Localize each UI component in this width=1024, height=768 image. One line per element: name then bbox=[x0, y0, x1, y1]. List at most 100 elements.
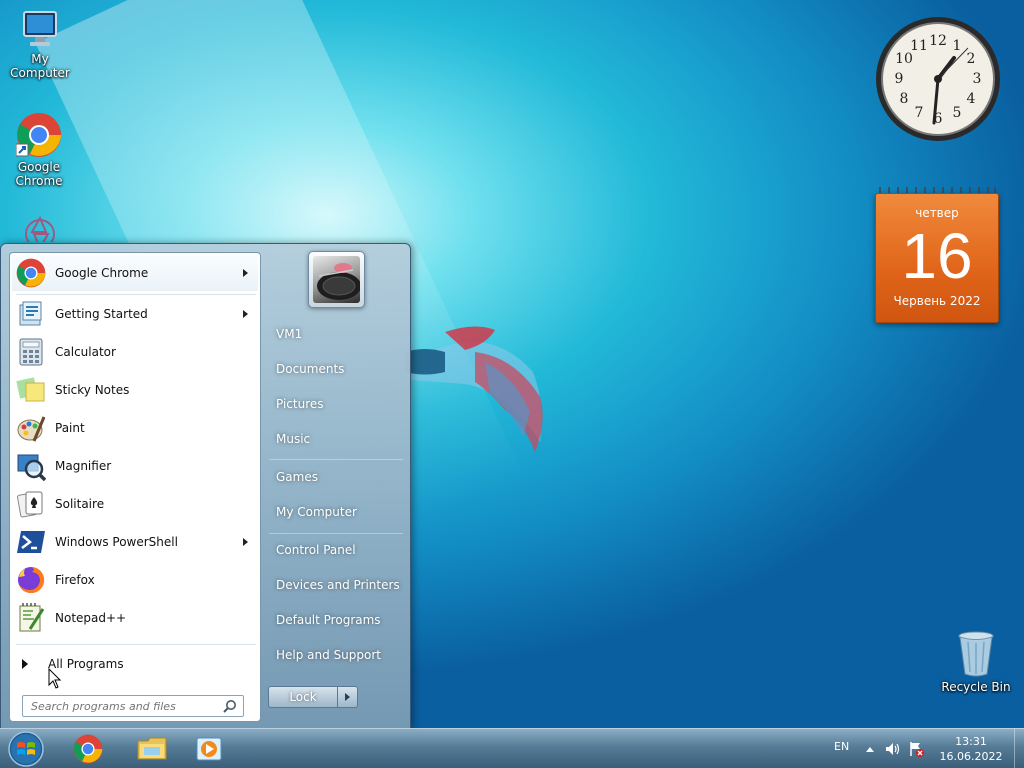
program-label: Notepad++ bbox=[55, 611, 127, 625]
clock-numeral: 11 bbox=[910, 38, 928, 54]
start-item-documents[interactable]: Documents bbox=[267, 354, 403, 384]
program-label: Solitaire bbox=[55, 497, 105, 511]
desktop-icon-label: Google Chrome bbox=[15, 160, 63, 188]
start-item-my-computer[interactable]: My Computer bbox=[267, 497, 403, 527]
program-label: Firefox bbox=[55, 573, 95, 587]
app-icon bbox=[25, 215, 55, 242]
folder-icon bbox=[137, 737, 167, 760]
clock-numeral: 4 bbox=[967, 91, 976, 107]
taskbar: EN 13:31 16.06.2022 bbox=[0, 728, 1024, 768]
taskbar-explorer-button[interactable] bbox=[124, 731, 180, 767]
program-magnifier[interactable]: Magnifier bbox=[12, 448, 258, 484]
desktop-icon-my-computer[interactable]: My Computer bbox=[0, 10, 80, 80]
start-item-music[interactable]: Music bbox=[267, 424, 403, 454]
wallpaper-fish bbox=[405, 326, 543, 452]
language-indicator[interactable]: EN bbox=[834, 740, 849, 753]
start-item-label: Default Programs bbox=[276, 613, 381, 627]
mouse-cursor-icon bbox=[48, 668, 62, 689]
getting-started-icon bbox=[15, 298, 47, 330]
search-icon[interactable] bbox=[223, 699, 237, 713]
start-item-help-and-support[interactable]: Help and Support bbox=[267, 640, 403, 670]
all-programs-arrow-icon bbox=[22, 659, 28, 669]
calendar-gadget[interactable]: четвер 16 Червень 2022 bbox=[874, 185, 1000, 324]
start-item-user[interactable]: VM1 bbox=[267, 319, 403, 349]
clock-gadget[interactable]: 12 1 2 3 4 5 6 7 8 9 10 11 bbox=[874, 15, 1002, 143]
system-clock[interactable]: 13:31 16.06.2022 bbox=[936, 734, 1006, 764]
notepadpp-icon bbox=[15, 602, 47, 634]
start-item-control-panel[interactable]: Control Panel bbox=[267, 535, 403, 565]
start-item-label: My Computer bbox=[276, 505, 357, 519]
show-hidden-icons-icon[interactable] bbox=[862, 741, 878, 757]
media-player-icon bbox=[196, 737, 222, 761]
desktop-icon-google-chrome[interactable]: Google Chrome bbox=[0, 112, 78, 188]
calendar-page: четвер 16 Червень 2022 bbox=[875, 193, 999, 323]
shutdown-options-button[interactable] bbox=[337, 686, 358, 708]
clock-numeral: 1 bbox=[953, 38, 962, 54]
submenu-arrow-icon[interactable] bbox=[243, 310, 248, 318]
chrome-icon bbox=[73, 734, 103, 764]
volume-icon[interactable] bbox=[884, 741, 900, 757]
program-label: Magnifier bbox=[55, 459, 112, 473]
start-item-devices-and-printers[interactable]: Devices and Printers bbox=[267, 570, 403, 600]
clock-date: 16.06.2022 bbox=[939, 750, 1003, 763]
powershell-icon bbox=[15, 526, 47, 558]
clock-numeral: 7 bbox=[915, 105, 924, 121]
clock-numeral: 2 bbox=[967, 51, 976, 67]
calendar-month-year: Червень 2022 bbox=[893, 294, 981, 308]
program-calculator[interactable]: Calculator bbox=[12, 334, 258, 370]
paint-icon bbox=[15, 412, 47, 444]
submenu-arrow-icon[interactable] bbox=[243, 538, 248, 546]
start-menu: Google Chrome Getting Started Calculator… bbox=[0, 243, 411, 729]
program-getting-started[interactable]: Getting Started bbox=[12, 296, 258, 332]
program-solitaire[interactable]: Solitaire bbox=[12, 486, 258, 522]
calculator-icon bbox=[15, 336, 47, 368]
program-label: Calculator bbox=[55, 345, 116, 359]
separator bbox=[16, 644, 256, 645]
program-firefox[interactable]: Firefox bbox=[12, 562, 258, 598]
desktop-icon-label: Recycle Bin bbox=[941, 680, 1011, 694]
clock-numeral: 5 bbox=[953, 105, 962, 121]
show-desktop-button[interactable] bbox=[1014, 729, 1024, 768]
separator bbox=[269, 459, 403, 460]
program-windows-powershell[interactable]: Windows PowerShell bbox=[12, 524, 258, 560]
search-input[interactable] bbox=[22, 695, 244, 717]
start-menu-programs-pane: Google Chrome Getting Started Calculator… bbox=[9, 252, 261, 722]
program-label: Windows PowerShell bbox=[55, 535, 178, 549]
start-item-default-programs[interactable]: Default Programs bbox=[267, 605, 403, 635]
start-item-pictures[interactable]: Pictures bbox=[267, 389, 403, 419]
clock-numeral: 8 bbox=[900, 91, 909, 107]
program-label: Getting Started bbox=[55, 307, 148, 321]
action-center-icon[interactable] bbox=[908, 741, 924, 757]
program-notepadpp[interactable]: Notepad++ bbox=[12, 600, 258, 636]
user-picture[interactable] bbox=[308, 251, 365, 308]
start-button[interactable] bbox=[6, 730, 46, 768]
program-label: Sticky Notes bbox=[55, 383, 130, 397]
program-label: Paint bbox=[55, 421, 85, 435]
desktop-icon-recycle-bin[interactable]: Recycle Bin bbox=[936, 630, 1016, 694]
magnifier-icon bbox=[15, 450, 47, 482]
program-sticky-notes[interactable]: Sticky Notes bbox=[12, 372, 258, 408]
clock-time: 13:31 bbox=[955, 735, 987, 748]
calendar-day-number: 16 bbox=[901, 220, 973, 292]
start-item-games[interactable]: Games bbox=[267, 462, 403, 492]
program-paint[interactable]: Paint bbox=[12, 410, 258, 446]
clock-numeral: 12 bbox=[929, 33, 947, 49]
recycle-bin-icon bbox=[958, 631, 994, 677]
desktop-icon-label: My Computer bbox=[10, 52, 70, 80]
separator bbox=[16, 294, 256, 295]
start-item-label: VM1 bbox=[276, 327, 303, 341]
clock-numeral: 9 bbox=[895, 71, 904, 87]
start-item-label: Games bbox=[276, 470, 318, 484]
start-item-label: Help and Support bbox=[276, 648, 381, 662]
submenu-arrow-icon[interactable] bbox=[243, 269, 248, 277]
start-item-label: Pictures bbox=[276, 397, 324, 411]
taskbar-chrome-button[interactable] bbox=[60, 731, 116, 767]
program-google-chrome[interactable]: Google Chrome bbox=[12, 255, 258, 291]
firefox-icon bbox=[15, 564, 47, 596]
lock-button[interactable]: Lock bbox=[268, 686, 338, 708]
desktop-icon-partial[interactable] bbox=[12, 212, 68, 242]
solitaire-icon bbox=[15, 488, 47, 520]
sticky-notes-icon bbox=[15, 374, 47, 406]
start-item-label: Documents bbox=[276, 362, 345, 376]
taskbar-media-player-button[interactable] bbox=[182, 731, 238, 767]
